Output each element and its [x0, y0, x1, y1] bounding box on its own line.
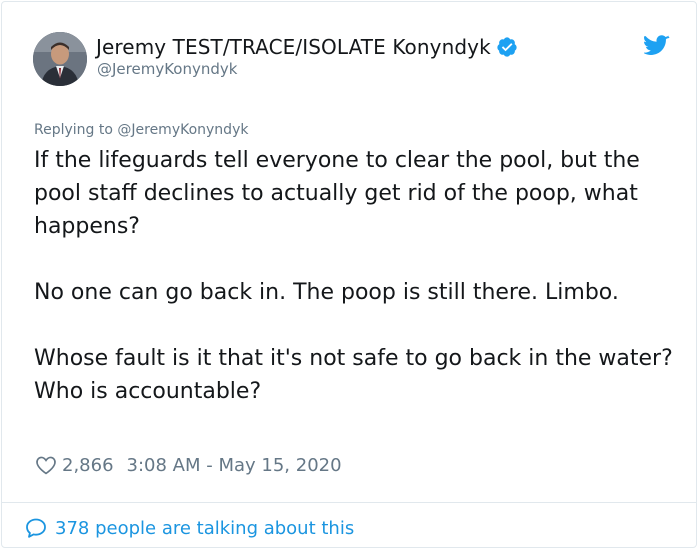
author-name-row[interactable]: Jeremy TEST/TRACE/ISOLATE Konyndyk [96, 33, 518, 61]
speech-bubble-icon [26, 518, 46, 538]
twitter-bird-icon[interactable] [644, 35, 670, 57]
tweet-text: If the lifeguards tell everyone to clear… [34, 144, 674, 408]
author-handle[interactable]: @JeremyKonyndyk [97, 60, 237, 78]
tweet-paragraph: Whose fault is it that it's not safe to … [34, 346, 673, 404]
tweet-meta: 2,866 3:08 AM - May 15, 2020 [35, 451, 342, 479]
verified-badge-icon [497, 37, 517, 57]
divider [2, 502, 696, 503]
tweet-card: Jeremy TEST/TRACE/ISOLATE Konyndyk @Jere… [1, 1, 697, 548]
heart-icon[interactable] [35, 454, 57, 476]
tweet-timestamp[interactable]: 3:08 AM - May 15, 2020 [127, 455, 342, 476]
tweet-paragraph: No one can go back in. The poop is still… [34, 280, 619, 305]
display-name[interactable]: Jeremy TEST/TRACE/ISOLATE Konyndyk [96, 35, 491, 59]
like-count[interactable]: 2,866 [62, 455, 114, 476]
avatar[interactable] [33, 32, 87, 86]
avatar-photo [33, 32, 87, 86]
reply-context[interactable]: Replying to @JeremyKonyndyk [34, 122, 248, 138]
conversation-link[interactable]: 378 people are talking about this [24, 514, 354, 542]
tweet-paragraph: If the lifeguards tell everyone to clear… [34, 148, 640, 239]
conversation-text[interactable]: 378 people are talking about this [55, 518, 354, 539]
